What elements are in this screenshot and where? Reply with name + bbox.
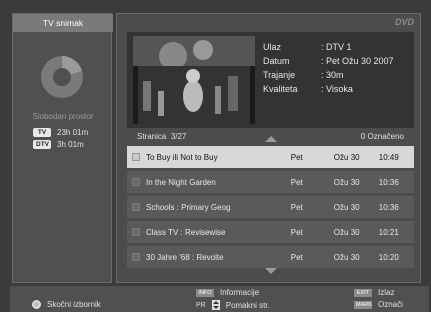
thumbnail-image [133, 36, 255, 124]
tv-recording-tab[interactable]: TV snimak [13, 14, 113, 32]
recording-day: Pet [290, 202, 303, 212]
radio-icon [32, 300, 41, 309]
exit-label: Izlaz [378, 288, 395, 297]
quality-key: Kvaliteta [263, 84, 298, 94]
pr-key: PR [196, 301, 206, 309]
scroll-up-icon[interactable] [265, 136, 277, 142]
bottom-help-bar: Skočni izbornik INFO Informacije PR Poma… [10, 286, 429, 312]
recording-day: Pet [290, 177, 303, 187]
popup-menu-hint[interactable]: Skočni izbornik [32, 300, 101, 309]
list-item[interactable]: To Buy ili Not to Buy Pet Ožu 30 10:49 [127, 146, 414, 168]
popup-label: Skočni izbornik [47, 300, 101, 309]
recording-title: In the Night Garden [146, 177, 216, 187]
mark-checkbox[interactable] [132, 203, 140, 211]
quality-value: : Visoka [321, 84, 353, 94]
recording-info-box: Ulaz : DTV 1 Datum : Pet Ožu 30 2007 Tra… [127, 32, 414, 128]
list-item[interactable]: 30 Jahre '68 : Revolte Pet Ožu 30 10:20 [127, 246, 414, 268]
list-item[interactable]: Schools : Primary Geog Pet Ožu 30 10:36 [127, 196, 414, 218]
tab-label: TV snimak [42, 18, 84, 28]
date-key: Datum [263, 56, 290, 66]
recording-day: Pet [290, 227, 303, 237]
recording-date: Ožu 30 [333, 252, 360, 262]
page-bar: Stranica 3/27 0 Označeno [127, 132, 414, 144]
mark-label: Označi [378, 300, 403, 309]
page-label: Stranica [137, 132, 167, 141]
recording-title: Class TV : Revisewise [146, 227, 226, 237]
recording-title: 30 Jahre '68 : Revolte [146, 252, 224, 262]
recording-date: Ožu 30 [333, 177, 360, 187]
recording-time: 10:36 [378, 177, 399, 187]
dtv-time-value: 3h 01m [57, 140, 84, 149]
recording-time: 10:20 [378, 252, 399, 262]
recording-time: 10:36 [378, 202, 399, 212]
recording-thumbnail [133, 36, 255, 124]
right-panel: DVD Ulaz : DTV 1 Datum: Pet Ožu 30 2007… [116, 13, 421, 283]
exit-hint[interactable]: EXIT Izlaz [354, 288, 394, 297]
mark-hint[interactable]: MARK Označi [354, 300, 403, 309]
info-label: Informacije [220, 288, 260, 297]
dtv-badge: DTV [33, 140, 51, 149]
recording-time: 10:49 [378, 152, 399, 162]
recording-date: Ožu 30 [333, 152, 360, 162]
info-key: INFO [196, 288, 214, 297]
dvd-logo: DVD [394, 17, 414, 27]
input-key: Ulaz [263, 42, 282, 52]
list-item[interactable]: In the Night Garden Pet Ožu 30 10:36 [127, 171, 414, 193]
tv-time-row: TV 23h 01m [33, 128, 88, 137]
recording-date: Ožu 30 [333, 227, 360, 237]
input-value: : DTV 1 [321, 42, 352, 52]
up-down-icon [211, 300, 220, 310]
recording-title: To Buy ili Not to Buy [146, 152, 218, 162]
tv-badge: TV [33, 128, 51, 137]
recording-list: To Buy ili Not to Buy Pet Ožu 30 10:49 I… [127, 146, 414, 271]
list-item[interactable]: Class TV : Revisewise Pet Ožu 30 10:21 [127, 221, 414, 243]
mark-key: MARK [354, 300, 372, 309]
duration-value: : 30m [321, 70, 344, 80]
tv-time-value: 23h 01m [57, 128, 89, 137]
recording-time: 10:21 [378, 227, 399, 237]
left-panel: TV snimak Slobodan prostor TV 23h 01m DT… [12, 13, 113, 283]
mark-checkbox[interactable] [132, 228, 140, 236]
free-space-label: Slobodan prostor [32, 112, 94, 121]
marked-count: 0 Označeno [360, 132, 404, 141]
exit-key: EXIT [354, 288, 372, 297]
mark-checkbox[interactable] [132, 178, 140, 186]
page-number: 3/27 [170, 132, 187, 141]
date-value: : Pet Ožu 30 2007 [321, 56, 394, 66]
screen: TV snimak Slobodan prostor TV 23h 01m DT… [0, 0, 431, 312]
page-move-label: Pomakni str. [225, 300, 270, 310]
mark-checkbox[interactable] [132, 153, 140, 161]
duration-key: Trajanje [263, 70, 296, 80]
scroll-down-icon[interactable] [265, 268, 277, 274]
recording-day: Pet [290, 152, 303, 162]
recording-title: Schools : Primary Geog [146, 202, 231, 212]
disk-usage-pie-icon [41, 56, 83, 98]
page-indicator: Stranica 3/27 [137, 132, 186, 141]
recording-details: Ulaz : DTV 1 Datum : Pet Ožu 30 2007 Tra… [263, 42, 394, 94]
recording-day: Pet [290, 252, 303, 262]
recording-date: Ožu 30 [333, 202, 360, 212]
page-move-hint[interactable]: PR Pomakni str. [196, 300, 270, 310]
dtv-time-row: DTV 3h 01m [33, 140, 84, 149]
info-hint[interactable]: INFO Informacije [196, 288, 259, 297]
mark-checkbox[interactable] [132, 253, 140, 261]
